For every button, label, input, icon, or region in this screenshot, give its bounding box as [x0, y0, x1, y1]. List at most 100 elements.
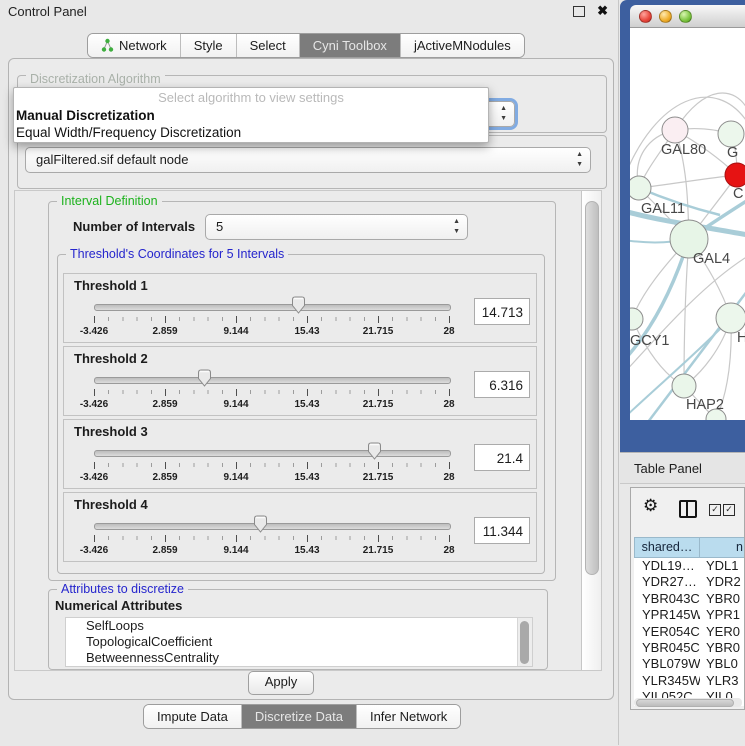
- algorithm-placeholder-option[interactable]: Select algorithm to view settings: [14, 88, 488, 107]
- threshold-coordinates-group: Threshold's Coordinates for 5 Intervals …: [57, 254, 545, 574]
- network-node-c[interactable]: [725, 163, 745, 187]
- threshold-slider[interactable]: -3.4262.8599.14415.4321.71528: [94, 521, 449, 559]
- algorithm-option-equal-width-frequency-discretization[interactable]: Equal Width/Frequency Discretization: [14, 124, 488, 141]
- float-window-icon[interactable]: [573, 6, 585, 17]
- table-horizontal-scrollbar[interactable]: [634, 698, 742, 707]
- network-node-g[interactable]: [718, 121, 744, 147]
- combo-stepper-icon: ▲▼: [576, 150, 583, 170]
- number-of-intervals-value: 5: [216, 219, 223, 234]
- tick-label: 28: [443, 399, 454, 410]
- table-cell: YDR2: [700, 574, 745, 590]
- table-row[interactable]: YDL19…YDL1: [634, 558, 745, 574]
- control-panel-titlebar: Control Panel ✖: [0, 0, 618, 22]
- attribute-list-item[interactable]: TopologicalCoefficient: [66, 634, 532, 650]
- table-row[interactable]: YER054CYER0: [634, 624, 745, 640]
- network-node-h[interactable]: [716, 303, 745, 333]
- tab-select[interactable]: Select: [236, 34, 299, 57]
- tab-label: jActiveMNodules: [414, 38, 511, 53]
- threshold-value-field[interactable]: 14.713: [474, 298, 530, 325]
- zoom-traffic-light-icon[interactable]: [679, 10, 692, 23]
- table-cell: YER0: [700, 624, 745, 640]
- slider-track[interactable]: [94, 304, 451, 311]
- checkbox-icon[interactable]: ✓: [709, 504, 721, 516]
- table-cell: YDL19…: [634, 558, 700, 574]
- threshold-slider[interactable]: -3.4262.8599.14415.4321.71528: [94, 302, 449, 340]
- column-header-1[interactable]: shared…: [634, 537, 700, 558]
- close-icon[interactable]: ✖: [597, 3, 608, 19]
- tab-network[interactable]: Network: [88, 34, 180, 57]
- table-row[interactable]: YLR345WYLR3: [634, 673, 745, 689]
- settings-vertical-scrollbar[interactable]: [581, 191, 601, 670]
- tick-label: 21.715: [363, 472, 394, 483]
- attribute-list-item[interactable]: SelfLoops: [66, 618, 532, 634]
- tab-discretize-data[interactable]: Discretize Data: [241, 705, 356, 728]
- slider-ticks: [94, 389, 450, 396]
- major-tick: [449, 462, 450, 469]
- cyni-toolbox-panel: Discretization Algorithm ▲▼ Select algor…: [8, 58, 614, 700]
- slider-tick-labels: -3.4262.8599.14415.4321.71528: [94, 472, 450, 484]
- network-node-gal11[interactable]: [630, 176, 651, 200]
- network-canvas[interactable]: GAL80GCGAL11GAL4GCY1HHAP2: [630, 28, 745, 420]
- tick-label: 21.715: [363, 399, 394, 410]
- gear-icon[interactable]: ⚙: [643, 496, 658, 516]
- slider-track[interactable]: [94, 450, 451, 457]
- network-view-window: GAL80GCGAL11GAL4GCY1HHAP2: [620, 0, 745, 452]
- apply-button[interactable]: Apply: [248, 671, 314, 695]
- tab-jactivemnodules[interactable]: jActiveMNodules: [400, 34, 524, 57]
- slider-track[interactable]: [94, 377, 451, 384]
- network-node-hap2[interactable]: [672, 374, 696, 398]
- threshold-slider[interactable]: -3.4262.8599.14415.4321.71528: [94, 448, 449, 486]
- attributes-scrollbar[interactable]: [517, 618, 532, 666]
- minimize-traffic-light-icon[interactable]: [659, 10, 672, 23]
- number-of-intervals-combo[interactable]: 5 ▲▼: [205, 214, 468, 240]
- tick-label: 15.43: [294, 545, 319, 556]
- tick-label: 28: [443, 545, 454, 556]
- major-tick: [307, 389, 308, 396]
- table-row[interactable]: YBR045CYBR0: [634, 640, 745, 656]
- major-tick: [94, 316, 95, 323]
- checkbox-icon[interactable]: ✓: [723, 504, 735, 516]
- major-tick: [94, 389, 95, 396]
- table-cell: YPR145W: [634, 607, 700, 623]
- major-tick: [307, 535, 308, 542]
- table-row[interactable]: YPR145WYPR1: [634, 607, 745, 623]
- threshold-slider[interactable]: -3.4262.8599.14415.4321.71528: [94, 375, 449, 413]
- column-header-2[interactable]: n: [700, 537, 745, 558]
- table-row[interactable]: YBR043CYBR0: [634, 591, 745, 607]
- discretization-algorithm-title: Discretization Algorithm: [26, 72, 165, 86]
- major-tick: [165, 462, 166, 469]
- threshold-label: Threshold 1: [74, 278, 148, 293]
- node-label: GAL11: [641, 201, 685, 217]
- slider-tick-labels: -3.4262.8599.14415.4321.71528: [94, 545, 450, 557]
- tick-label: 9.144: [223, 399, 248, 410]
- split-columns-icon[interactable]: [679, 500, 697, 518]
- scrollbar-thumb[interactable]: [636, 699, 734, 707]
- slider-handle[interactable]: [197, 369, 212, 387]
- slider-handle[interactable]: [291, 296, 306, 314]
- slider-handle[interactable]: [253, 515, 268, 533]
- network-node-gal80[interactable]: [662, 117, 688, 143]
- scrollbar-thumb[interactable]: [520, 621, 529, 664]
- slider-handle[interactable]: [367, 442, 382, 460]
- node-label: HAP2: [686, 397, 724, 413]
- slider-track[interactable]: [94, 523, 451, 530]
- network-node-gcy1[interactable]: [630, 308, 643, 330]
- algorithm-option-manual-discretization[interactable]: Manual Discretization: [14, 107, 488, 124]
- node-label: GAL4: [693, 251, 730, 267]
- scrollbar-thumb[interactable]: [585, 201, 599, 575]
- tab-infer-network[interactable]: Infer Network: [356, 705, 460, 728]
- attribute-list-item[interactable]: BetweennessCentrality: [66, 650, 532, 666]
- tab-impute-data[interactable]: Impute Data: [144, 705, 241, 728]
- threshold-value-field[interactable]: 21.4: [474, 444, 530, 471]
- threshold-value-field[interactable]: 6.316: [474, 371, 530, 398]
- threshold-value-field[interactable]: 11.344: [474, 517, 530, 544]
- numerical-attributes-list[interactable]: SelfLoopsTopologicalCoefficientBetweenne…: [65, 617, 533, 667]
- tab-style[interactable]: Style: [180, 34, 236, 57]
- table-row[interactable]: YBL079WYBL0: [634, 656, 745, 672]
- table-data-combo-box[interactable]: galFiltered.sif default node ▲▼: [25, 147, 591, 173]
- table-panel-title: Table Panel: [634, 461, 702, 476]
- attributes-title: Attributes to discretize: [57, 582, 188, 596]
- table-row[interactable]: YDR27…YDR2: [634, 574, 745, 590]
- tab-cyni-toolbox[interactable]: Cyni Toolbox: [299, 34, 400, 57]
- close-traffic-light-icon[interactable]: [639, 10, 652, 23]
